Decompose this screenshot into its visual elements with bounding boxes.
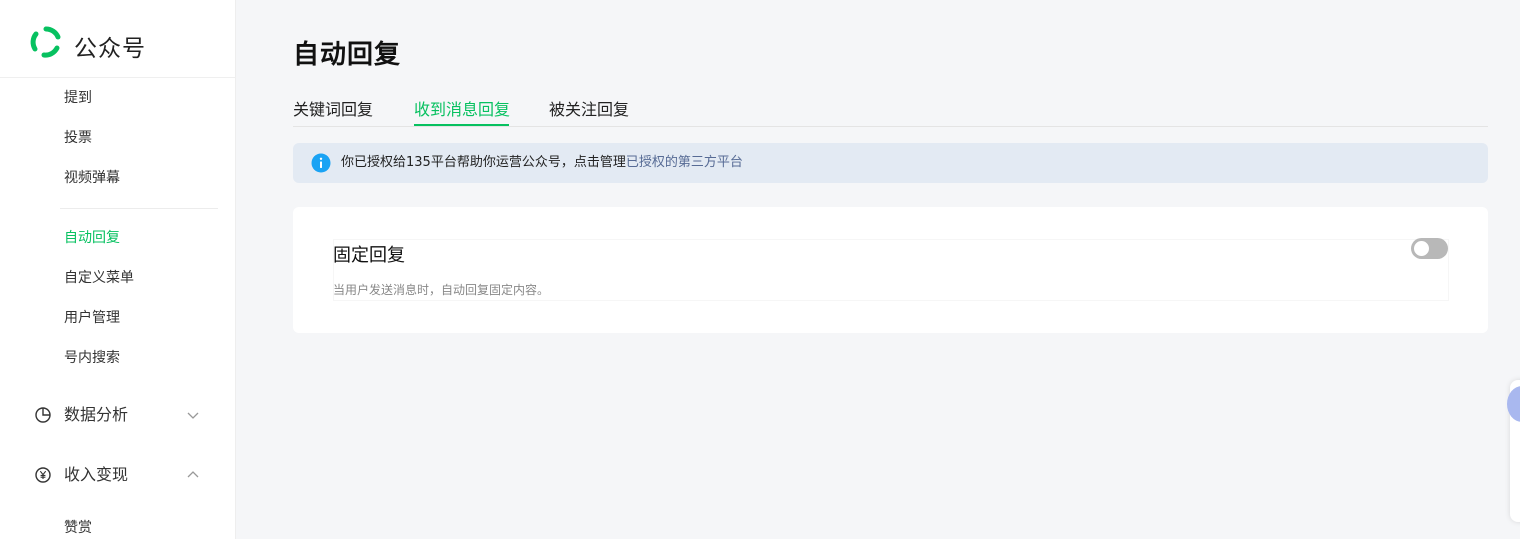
sidebar-divider xyxy=(60,208,218,209)
sidebar-item-in-account-search[interactable]: 号内搜索 xyxy=(64,348,120,368)
sidebar-group-label: 数据分析 xyxy=(64,405,129,424)
pie-chart-icon xyxy=(35,407,51,423)
sidebar-item-video-danmaku[interactable]: 视频弹幕 xyxy=(64,168,120,188)
tab-message-reply[interactable]: 收到消息回复 xyxy=(414,100,510,120)
page-title: 自动回复 xyxy=(293,40,402,70)
sidebar-item-custom-menu[interactable]: 自定义菜单 xyxy=(64,268,134,288)
sidebar-group-label: 收入变现 xyxy=(64,465,129,484)
sidebar-item-appreciation[interactable]: 赞赏 xyxy=(64,518,92,538)
reply-tabs: 关键词回复 收到消息回复 被关注回复 xyxy=(293,96,1488,127)
info-icon xyxy=(311,153,331,173)
brand-header[interactable]: 公众号 xyxy=(0,0,236,78)
authorized-platforms-link[interactable]: 已授权的第三方平台 xyxy=(626,155,743,170)
sidebar-group-revenue[interactable]: 收入变现 xyxy=(34,464,214,488)
notice-message: 你已授权给135平台帮助你运营公众号，点击管理 xyxy=(341,155,626,170)
sidebar-group-data-analysis[interactable]: 数据分析 xyxy=(34,404,214,428)
sidebar-item-user-management[interactable]: 用户管理 xyxy=(64,308,120,328)
authorization-notice: 你已授权给135平台帮助你运营公众号，点击管理已授权的第三方平台 xyxy=(293,143,1488,183)
brand-name: 公众号 xyxy=(74,36,146,62)
notice-text: 你已授权给135平台帮助你运营公众号，点击管理已授权的第三方平台 xyxy=(341,154,743,172)
chevron-up-icon xyxy=(187,471,199,478)
floating-widget-avatar[interactable] xyxy=(1507,386,1520,422)
sidebar: 公众号 提到 投票 视频弹幕 自动回复 自定义菜单 用户管理 号内搜索 数据分析… xyxy=(0,0,236,539)
tab-follow-reply[interactable]: 被关注回复 xyxy=(549,100,629,120)
tab-keyword-reply[interactable]: 关键词回复 xyxy=(293,100,373,120)
fixed-reply-toggle[interactable] xyxy=(1411,238,1448,259)
fixed-reply-title: 固定回复 xyxy=(333,245,405,266)
toggle-knob xyxy=(1414,241,1429,256)
fixed-reply-card: 固定回复 当用户发送消息时，自动回复固定内容。 xyxy=(293,207,1488,333)
wechat-official-account-logo xyxy=(30,26,61,58)
chevron-down-icon xyxy=(187,412,199,419)
yen-icon xyxy=(35,467,51,483)
active-tab-indicator xyxy=(414,124,509,126)
sidebar-item-vote[interactable]: 投票 xyxy=(64,128,92,148)
sidebar-item-mentions[interactable]: 提到 xyxy=(64,88,92,108)
sidebar-item-auto-reply[interactable]: 自动回复 xyxy=(64,228,120,248)
fixed-reply-description: 当用户发送消息时，自动回复固定内容。 xyxy=(333,283,550,297)
